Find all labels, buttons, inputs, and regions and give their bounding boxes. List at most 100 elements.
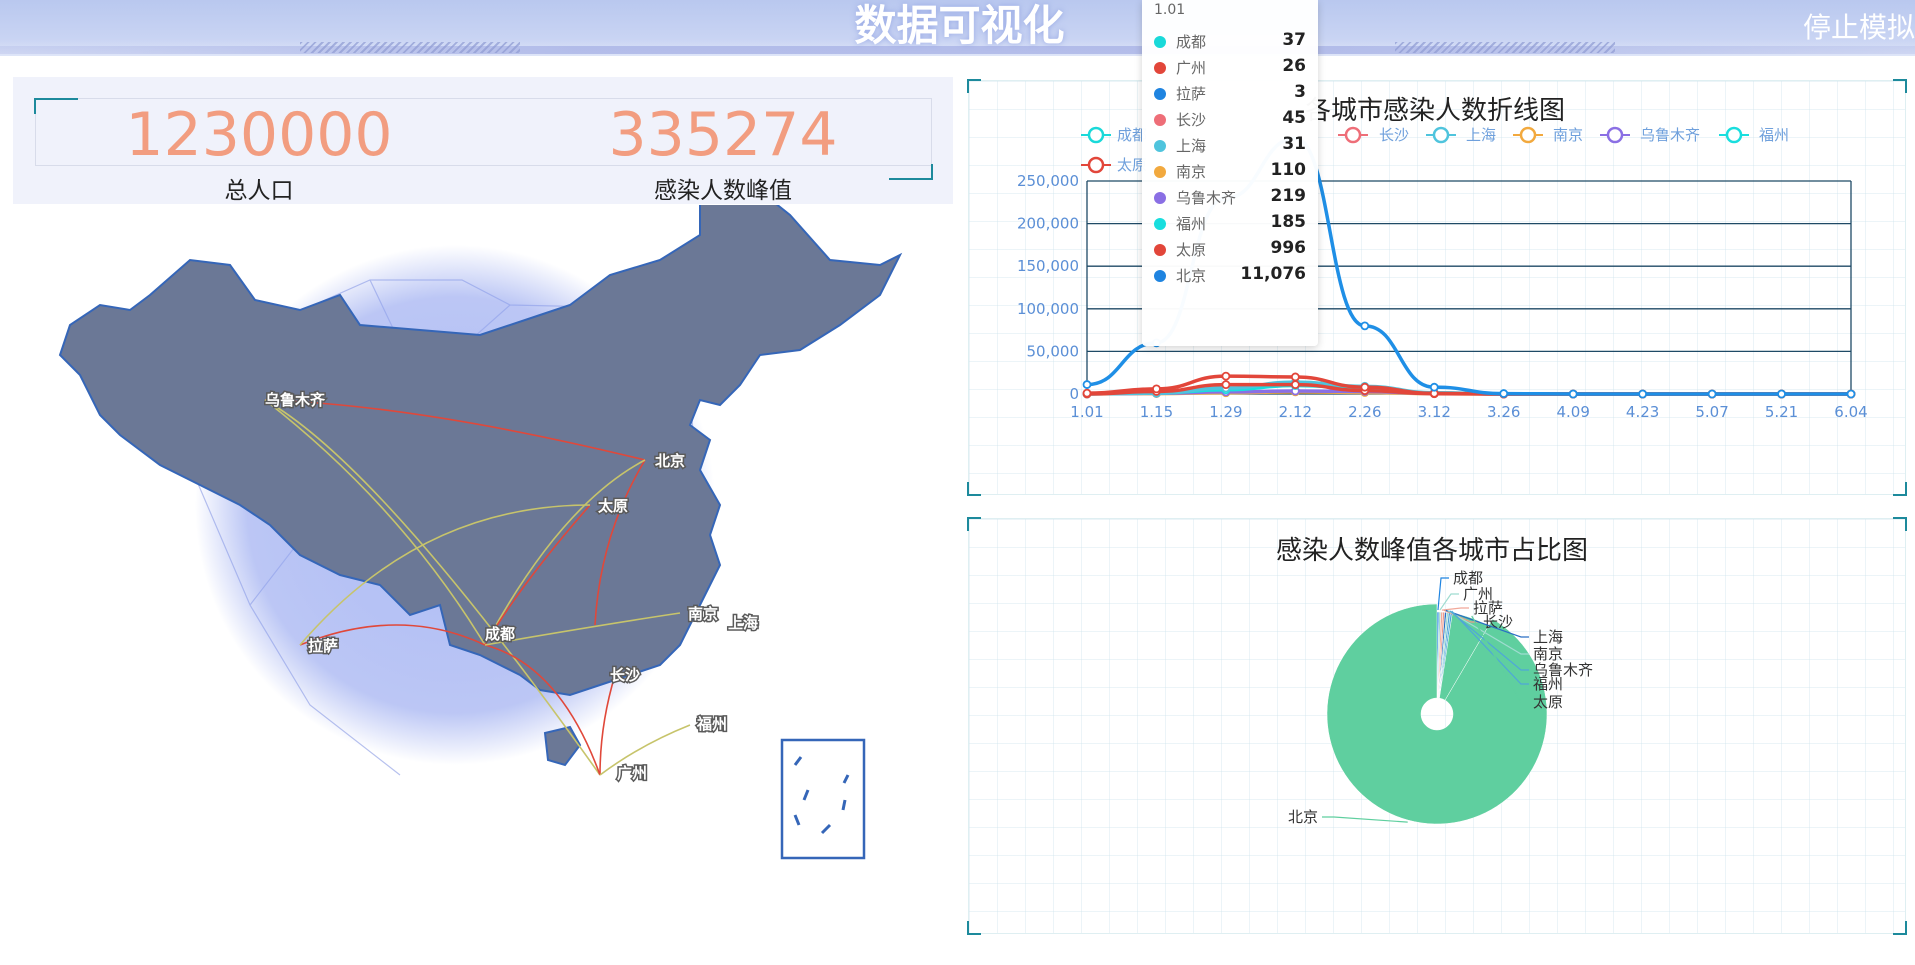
tooltip-value: 110 bbox=[1270, 160, 1307, 180]
city-label: 拉萨 bbox=[308, 637, 338, 655]
legend-item-fuzhou[interactable]: 福州 bbox=[1719, 126, 1789, 144]
tooltip-value: 45 bbox=[1282, 108, 1306, 128]
x-tick-label: 3.12 bbox=[1418, 403, 1451, 421]
tooltip-city: 广州 bbox=[1176, 59, 1207, 77]
legend-item-changsha[interactable]: 长沙 bbox=[1338, 126, 1409, 144]
y-tick-label: 150,000 bbox=[1017, 257, 1079, 275]
data-point bbox=[1082, 380, 1092, 389]
data-point bbox=[1707, 389, 1717, 399]
tooltip-row: 拉萨 3 bbox=[1154, 82, 1310, 106]
legend-label: 乌鲁木齐 bbox=[1640, 126, 1700, 144]
legend-item-nanjing[interactable]: 南京 bbox=[1513, 126, 1583, 144]
city-label: 南京 bbox=[688, 605, 718, 623]
series-color-dot bbox=[1154, 62, 1166, 74]
x-tick-label: 1.01 bbox=[1070, 403, 1103, 421]
series-color-dot bbox=[1154, 114, 1166, 126]
panel-corner bbox=[1893, 921, 1907, 935]
tooltip-row: 南京 110 bbox=[1154, 160, 1310, 184]
city-label: 福州 bbox=[696, 715, 727, 733]
y-tick-label: 200,000 bbox=[1017, 215, 1079, 233]
tooltip-row: 福州 185 bbox=[1154, 212, 1310, 236]
panel-corner bbox=[1893, 517, 1907, 531]
tooltip-row: 北京 11,076 bbox=[1154, 264, 1310, 288]
tooltip-value: 185 bbox=[1270, 212, 1307, 232]
x-tick-label: 6.04 bbox=[1834, 403, 1867, 421]
x-tick-label: 4.09 bbox=[1556, 403, 1589, 421]
data-point bbox=[1568, 389, 1578, 399]
city-label: 太原 bbox=[598, 497, 628, 515]
y-tick-label: 100,000 bbox=[1017, 300, 1079, 318]
data-point bbox=[1429, 382, 1439, 392]
tooltip-value: 31 bbox=[1282, 134, 1306, 154]
data-point bbox=[1777, 389, 1786, 399]
x-tick-label: 1.15 bbox=[1140, 403, 1173, 421]
data-point bbox=[1360, 382, 1370, 392]
peak-infected-label: 感染人数峰值 bbox=[654, 178, 792, 204]
panel-corner bbox=[1893, 482, 1907, 496]
south-sea-inset bbox=[780, 738, 866, 860]
tooltip-row: 乌鲁木齐 219 bbox=[1154, 186, 1310, 210]
x-tick-label: 5.07 bbox=[1695, 403, 1728, 421]
city-label: 长沙 bbox=[610, 666, 640, 684]
legend-item-taiyuan[interactable]: 太原 bbox=[1081, 156, 1147, 174]
y-tick-label: 0 bbox=[1069, 385, 1079, 403]
y-tick-label: 50,000 bbox=[1027, 342, 1080, 360]
series-color-dot bbox=[1154, 140, 1166, 152]
tooltip-value: 219 bbox=[1270, 186, 1307, 206]
pie-chart-panel: 感染人数峰值各城市占比图 成都 广州 拉萨 长沙 上海 南京 乌鲁木齐 福州 太原 北京 bbox=[967, 517, 1907, 935]
tooltip-value: 37 bbox=[1282, 30, 1306, 50]
stats-corner bbox=[889, 164, 933, 180]
legend-label: 长沙 bbox=[1379, 126, 1409, 144]
tooltip-city: 乌鲁木齐 bbox=[1176, 189, 1237, 207]
data-point bbox=[1638, 389, 1648, 399]
line-chart-panel: 各城市感染人数折线图 成都 长沙 上海 南京 乌鲁木齐 福州 太原 0 50,0… bbox=[967, 79, 1907, 496]
legend-label: 福州 bbox=[1759, 126, 1789, 144]
line-chart[interactable]: 各城市感染人数折线图 成都 长沙 上海 南京 乌鲁木齐 福州 太原 050,00… bbox=[969, 81, 1907, 496]
tooltip-city: 长沙 bbox=[1176, 111, 1207, 129]
total-population-value: 1230000 bbox=[125, 100, 393, 170]
city-label: 广州 bbox=[617, 764, 647, 782]
data-point bbox=[1846, 389, 1856, 399]
tooltip-city: 南京 bbox=[1176, 163, 1207, 181]
tooltip-value: 996 bbox=[1270, 238, 1307, 258]
data-point bbox=[1290, 380, 1300, 390]
x-tick-label: 4.23 bbox=[1626, 403, 1659, 421]
pie-label: 上海 bbox=[1533, 628, 1563, 646]
line-chart-title: 各城市感染人数折线图 bbox=[1305, 96, 1565, 126]
header-bar: 数据可视化 停止模拟 bbox=[0, 0, 1915, 56]
pie-chart[interactable]: 感染人数峰值各城市占比图 成都广州拉萨长沙上海南京乌鲁木齐福州太原北京 bbox=[969, 519, 1907, 935]
pie-label-line bbox=[1441, 607, 1469, 611]
tooltip-row: 成都 37 bbox=[1154, 30, 1310, 54]
series-color-dot bbox=[1154, 36, 1166, 48]
data-point bbox=[1152, 384, 1161, 394]
pie-slices bbox=[1326, 603, 1548, 825]
x-tick-label: 1.29 bbox=[1209, 403, 1242, 421]
stop-simulation-button[interactable]: 停止模拟 bbox=[1803, 6, 1915, 46]
legend-item-chengdu[interactable]: 成都 bbox=[1081, 126, 1147, 144]
tooltip-city: 成都 bbox=[1176, 33, 1207, 51]
tooltip-value: 26 bbox=[1282, 56, 1306, 76]
legend-item-urumqi[interactable]: 乌鲁木齐 bbox=[1600, 126, 1700, 144]
tooltip-city: 上海 bbox=[1176, 137, 1207, 155]
data-point bbox=[1360, 321, 1370, 331]
legend-label: 上海 bbox=[1466, 126, 1496, 144]
panel-corner bbox=[1893, 79, 1907, 93]
data-point bbox=[1221, 380, 1231, 390]
series-color-dot bbox=[1154, 192, 1166, 204]
header-hatch-right bbox=[1395, 42, 1615, 53]
china-map[interactable]: 乌鲁木齐 北京 太原 南京 上海 拉萨 成都 长沙 福州 广州 bbox=[0, 205, 940, 905]
panel-corner bbox=[967, 79, 981, 93]
tooltip-header: 1.01 bbox=[1154, 2, 1186, 18]
pie-chart-title: 感染人数峰值各城市占比图 bbox=[1276, 536, 1588, 566]
city-label: 上海 bbox=[728, 614, 758, 632]
tooltip-city: 福州 bbox=[1176, 215, 1207, 233]
pie-label: 太原 bbox=[1533, 693, 1563, 711]
panel-corner bbox=[967, 482, 981, 496]
x-tick-label: 2.26 bbox=[1348, 403, 1381, 421]
legend-item-shanghai[interactable]: 上海 bbox=[1426, 126, 1496, 144]
tooltip-value: 11,076 bbox=[1240, 264, 1306, 284]
total-population-label: 总人口 bbox=[224, 178, 294, 204]
panel-corner bbox=[967, 921, 981, 935]
header-hatch-left bbox=[300, 42, 520, 53]
pie-label-line bbox=[1322, 816, 1408, 823]
